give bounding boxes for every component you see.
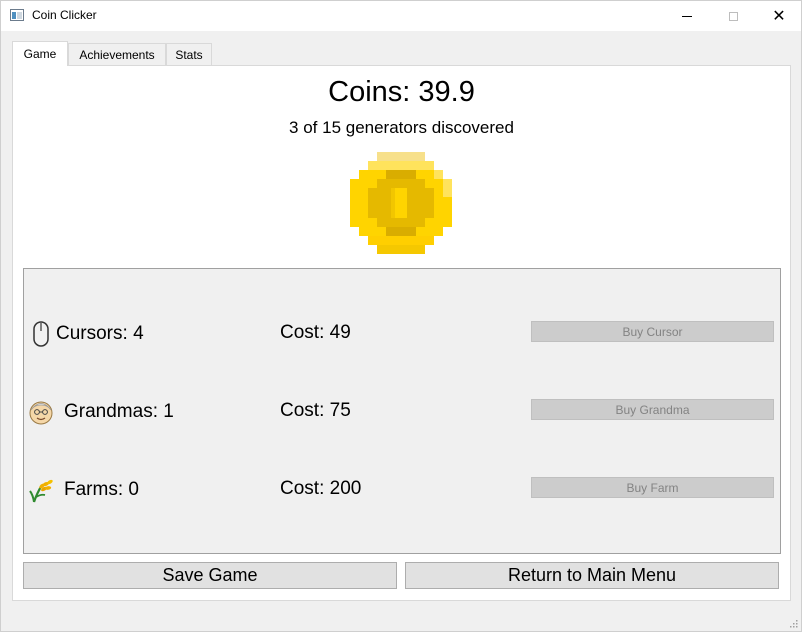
- tab-game[interactable]: Game: [12, 41, 68, 66]
- minimize-button[interactable]: [664, 1, 710, 31]
- coin-icon[interactable]: [350, 152, 452, 254]
- generator-row-farm: Farms: 0 Cost: 200 Buy Farm: [24, 477, 780, 503]
- save-game-button[interactable]: Save Game: [23, 562, 397, 589]
- generator-cost: Cost: 200: [280, 478, 362, 499]
- buy-cursor-button[interactable]: Buy Cursor: [531, 321, 774, 342]
- generator-name: Grandmas: 1: [64, 401, 174, 422]
- wheat-icon: [29, 479, 53, 503]
- maximize-button[interactable]: [710, 1, 756, 31]
- generator-name: Farms: 0: [64, 479, 139, 500]
- buy-farm-button[interactable]: Buy Farm: [531, 477, 774, 498]
- generator-cost: Cost: 75: [280, 400, 351, 421]
- coins-counter: Coins: 39.9: [328, 76, 475, 108]
- generator-row-cursor: Cursors: 4 Cost: 49 Buy Cursor: [24, 321, 780, 347]
- close-button[interactable]: ✕: [756, 1, 802, 31]
- generators-discovered: 3 of 15 generators discovered: [289, 118, 514, 137]
- minimize-icon: [682, 15, 692, 17]
- app-icon: [10, 9, 24, 21]
- generator-name: Cursors: 4: [56, 323, 144, 344]
- game-panel: Coins: 39.9 3 of 15 generators discovere…: [12, 65, 791, 601]
- buy-grandma-button[interactable]: Buy Grandma: [531, 399, 774, 420]
- tab-stats[interactable]: Stats: [166, 43, 212, 65]
- window-title: Coin Clicker: [32, 8, 97, 22]
- generator-row-grandma: Grandmas: 1 Cost: 75 Buy Grandma: [24, 399, 780, 425]
- app-window: Coin Clicker ✕ Game Achievements Stats C…: [0, 0, 802, 632]
- mouse-icon: [33, 321, 49, 347]
- resize-grip-icon[interactable]: [788, 618, 798, 628]
- generator-cost: Cost: 49: [280, 322, 351, 343]
- title-bar: Coin Clicker ✕: [1, 1, 801, 31]
- close-icon: ✕: [772, 6, 786, 25]
- tab-achievements[interactable]: Achievements: [68, 43, 166, 65]
- maximize-icon: [728, 11, 738, 21]
- grandma-face-icon: [29, 401, 53, 425]
- generators-box: Cursors: 4 Cost: 49 Buy Cursor Grandmas:…: [23, 268, 781, 554]
- return-to-main-menu-button[interactable]: Return to Main Menu: [405, 562, 779, 589]
